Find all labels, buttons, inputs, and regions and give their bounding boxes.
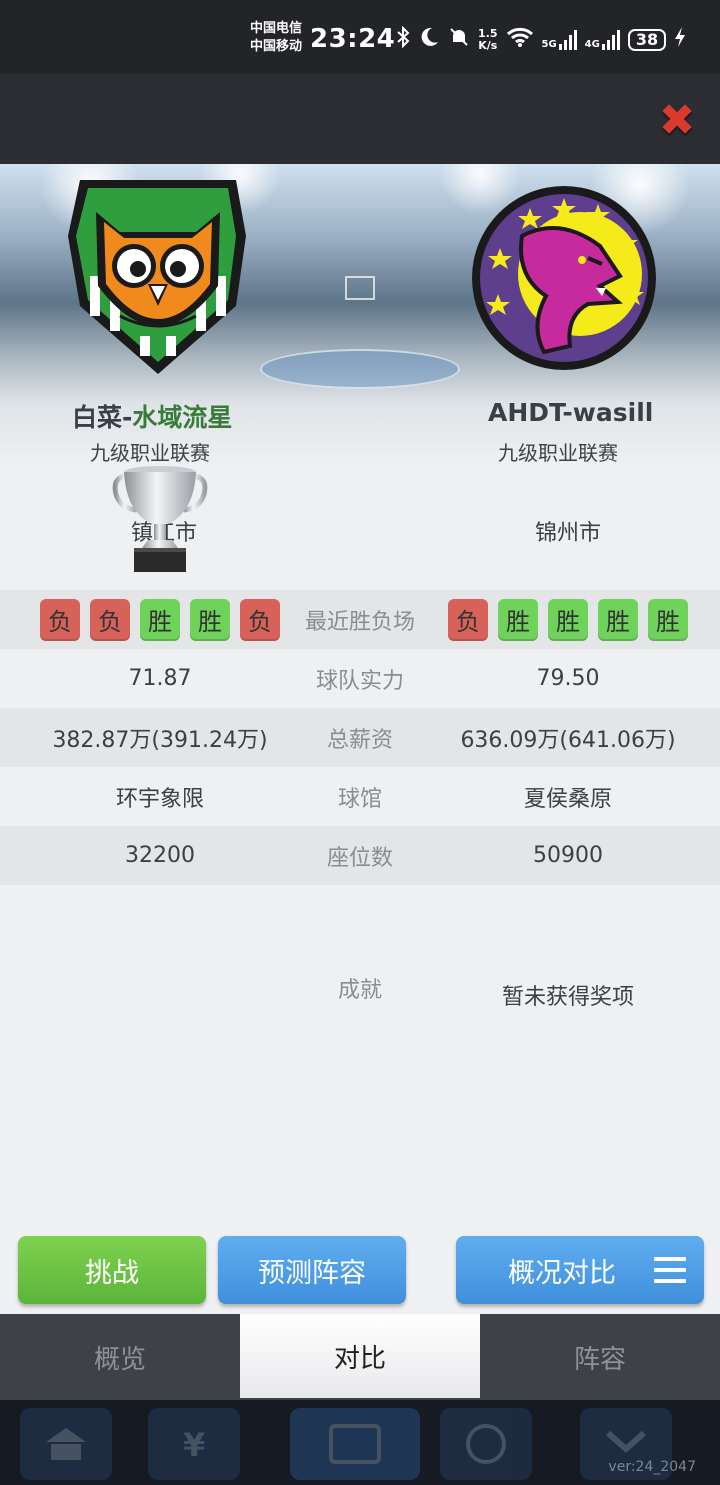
home-arena: 环宇象限 xyxy=(115,786,204,812)
home-team-name: 白菜-水域流星 xyxy=(72,398,232,434)
strength-label: 球队实力 xyxy=(315,668,404,694)
carrier-1: 中国电信 xyxy=(250,21,303,36)
salary-row: 382.87万(391.24万) 总薪资 636.09万(641.06万) xyxy=(0,708,720,767)
signal-1-label: 5G xyxy=(541,38,557,50)
close-button[interactable]: ✖ xyxy=(656,95,698,146)
trophy-icon[interactable] xyxy=(112,464,208,576)
battery-indicator: 38 xyxy=(627,28,667,51)
dragon-logo-icon xyxy=(472,186,656,370)
away-result-badge-0: 负 xyxy=(448,598,488,641)
court-circle xyxy=(260,349,460,389)
away-city: 锦州市 xyxy=(534,521,601,546)
version-label: ver:24_2047 xyxy=(608,1459,696,1475)
overview-compare-label: 概况对比 xyxy=(508,1257,616,1289)
nav-finance-icon: ¥ xyxy=(148,1408,240,1480)
salary-label: 总薪资 xyxy=(326,727,393,753)
recent-results-row: 负负胜胜负 最近胜负场 负胜胜胜胜 xyxy=(0,590,720,649)
arena-row: 环宇象限 球馆 夏侯桑原 xyxy=(0,767,720,826)
predict-lineup-button[interactable]: 预测阵容 xyxy=(218,1236,406,1304)
owl-logo-icon xyxy=(68,180,246,374)
seats-row: 32200 座位数 50900 xyxy=(0,826,720,885)
nav-globe-icon xyxy=(440,1408,532,1480)
away-recent-results: 负胜胜胜胜 xyxy=(418,590,718,649)
nav-arena-icon xyxy=(20,1408,112,1480)
nav-match-icon xyxy=(290,1408,420,1480)
home-salary: 382.87万(391.24万) xyxy=(52,727,268,753)
signal-2-label: 4G xyxy=(584,38,600,50)
away-arena: 夏侯桑原 xyxy=(523,786,612,812)
strength-row: 71.87 球队实力 79.50 xyxy=(0,649,720,708)
achievement-row: 成就 暂未获得奖项 xyxy=(0,888,720,1118)
away-salary: 636.09万(641.06万) xyxy=(460,727,676,753)
away-seats: 50900 xyxy=(533,843,603,868)
away-team-league: 九级职业联赛 xyxy=(498,441,618,465)
tab-bar: 概览 对比 阵容 xyxy=(0,1314,720,1400)
background-game-nav: ¥ ver:24_2047 xyxy=(0,1400,720,1485)
home-team-league: 九级职业联赛 xyxy=(90,441,210,465)
menu-icon xyxy=(654,1257,686,1283)
home-result-badge-0: 负 xyxy=(40,598,80,641)
home-result-badge-3: 胜 xyxy=(190,598,230,641)
home-team-name-suffix: 水域流星 xyxy=(132,403,233,432)
away-achievement: 暂未获得奖项 xyxy=(501,985,634,1010)
signal-icon: 4G xyxy=(584,29,620,50)
clock: 23:24 xyxy=(310,24,396,54)
bluetooth-icon xyxy=(396,25,410,53)
away-result-badge-1: 胜 xyxy=(498,598,538,641)
home-result-badge-1: 负 xyxy=(90,598,130,641)
comparison-panel: 镇江市 锦州市 负负胜胜负 最近胜负场 负胜胜胜胜 71.87 球队实力 79.… xyxy=(0,472,720,1314)
home-team-name-prefix: 白菜- xyxy=(72,403,133,432)
svg-text:¥: ¥ xyxy=(183,1426,205,1464)
signal-icon: 5G xyxy=(541,29,577,50)
away-team-name: AHDT-wasill xyxy=(488,398,654,427)
basketball-hoop-icon xyxy=(345,276,375,300)
away-result-badge-3: 胜 xyxy=(598,598,638,641)
status-icons: 1.5 K/s 5G 4G 38 xyxy=(396,25,686,53)
carrier-info: 中国电信 中国移动 xyxy=(250,20,302,56)
tab-overview[interactable]: 概览 xyxy=(0,1314,240,1400)
close-icon: ✖ xyxy=(658,95,696,146)
bell-muted-icon xyxy=(448,26,470,53)
title-bar xyxy=(0,74,720,164)
away-strength: 79.50 xyxy=(536,666,600,691)
net-speed-value: 1.5 xyxy=(478,26,498,40)
away-result-badge-4: 胜 xyxy=(648,598,688,641)
recent-results-label: 最近胜负场 xyxy=(304,609,415,635)
away-result-badge-2: 胜 xyxy=(548,598,588,641)
tab-compare[interactable]: 对比 xyxy=(240,1314,480,1398)
carrier-2: 中国移动 xyxy=(250,39,303,54)
overview-compare-button[interactable]: 概况对比 xyxy=(456,1236,704,1304)
tab-lineup[interactable]: 阵容 xyxy=(480,1314,720,1400)
home-seats: 32200 xyxy=(125,843,195,868)
arena-label: 球馆 xyxy=(337,786,382,812)
challenge-button[interactable]: 挑战 xyxy=(18,1236,206,1304)
moon-icon xyxy=(418,26,440,53)
home-result-badge-2: 胜 xyxy=(140,598,180,641)
wifi-icon xyxy=(506,26,534,53)
net-speed: 1.5 K/s xyxy=(478,26,498,52)
net-speed-unit: K/s xyxy=(478,38,498,52)
achievement-label: 成就 xyxy=(337,978,382,1003)
seats-label: 座位数 xyxy=(326,845,393,871)
home-result-badge-4: 负 xyxy=(240,598,280,641)
home-recent-results: 负负胜胜负 xyxy=(10,590,310,649)
home-strength: 71.87 xyxy=(128,666,192,691)
charging-icon xyxy=(674,26,686,53)
status-bar: 中国电信 中国移动 23:24 1.5 K/s 5G 4G 38 xyxy=(0,0,720,74)
city-row: 镇江市 锦州市 xyxy=(0,472,720,590)
